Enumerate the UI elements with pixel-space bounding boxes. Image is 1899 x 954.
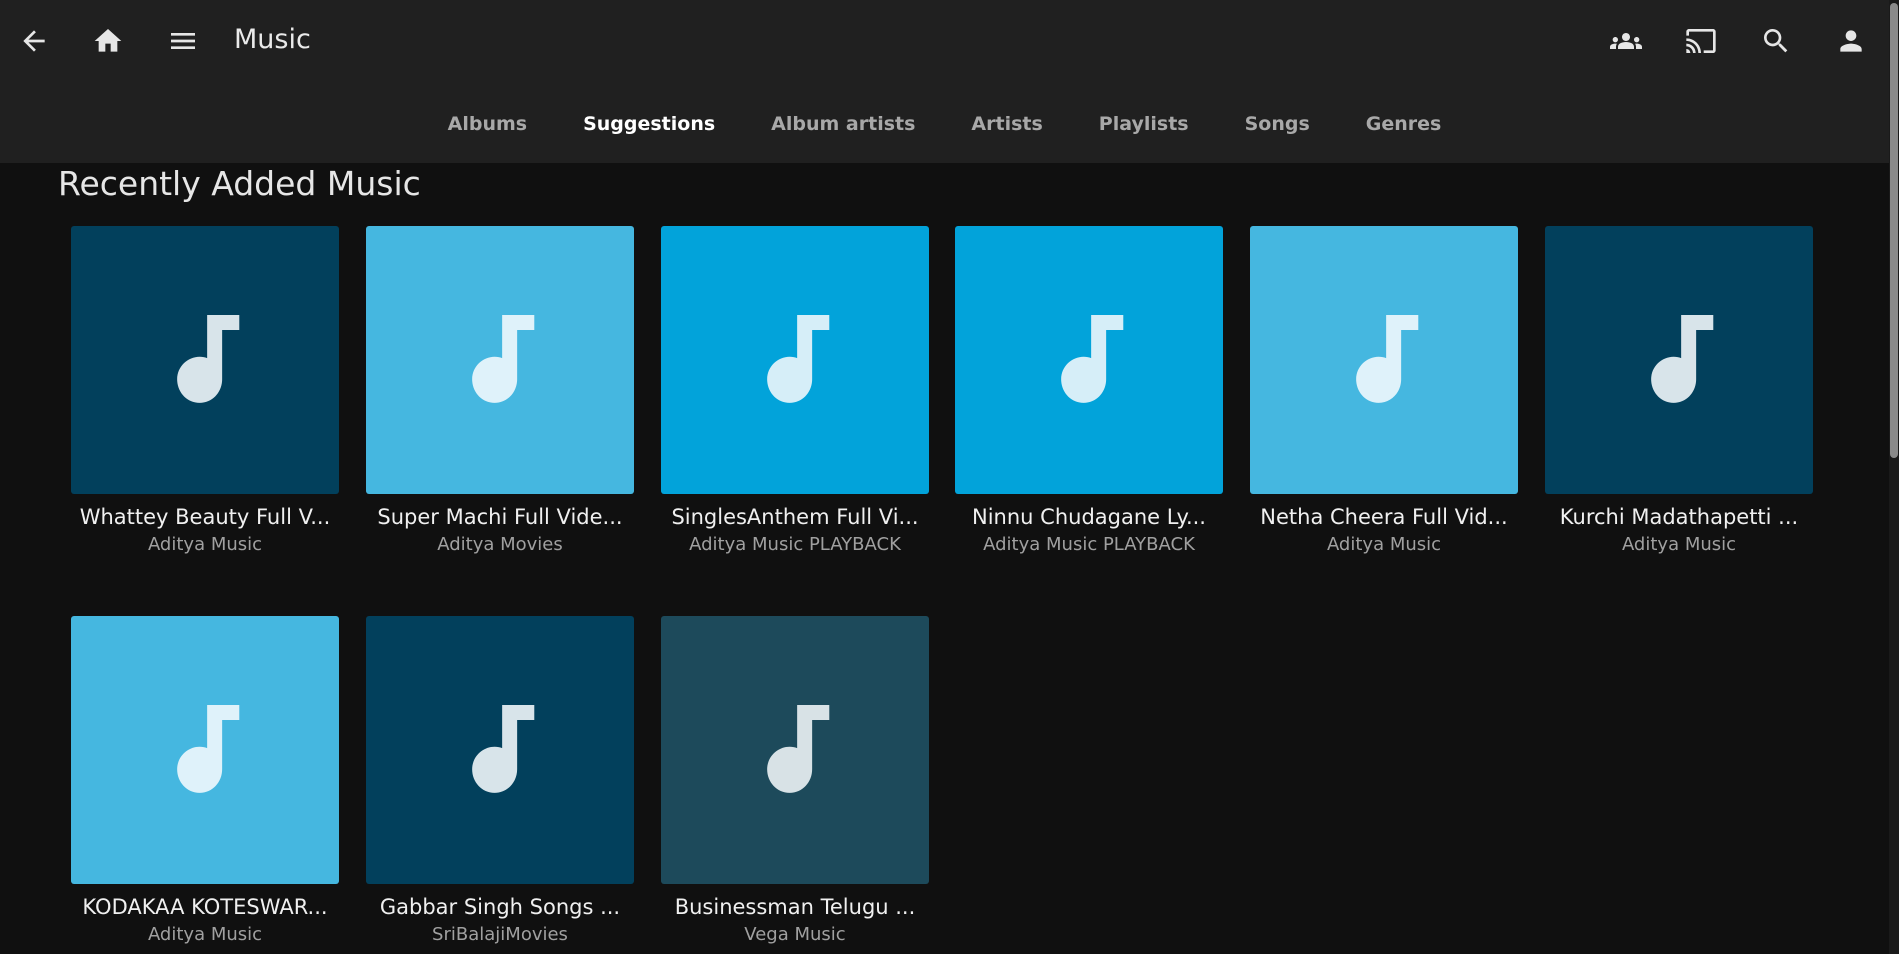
album-title[interactable]: Gabbar Singh Songs ... [366,892,634,922]
page-title: Music [234,24,311,55]
users-group-icon [1610,33,1642,49]
album-card[interactable]: KODAKAA KOTESWAR... Aditya Music [71,616,339,948]
tab-suggestions[interactable]: Suggestions [555,104,743,144]
tab-albums[interactable]: Albums [420,104,555,144]
album-title[interactable]: Ninnu Chudagane Ly... [955,502,1223,532]
tab-playlists[interactable]: Playlists [1071,104,1217,144]
album-card[interactable]: Businessman Telugu ... Vega Music [661,616,929,948]
album-artist[interactable]: SriBalajiMovies [366,922,634,948]
search-icon [1764,29,1788,53]
album-cover[interactable] [955,226,1223,494]
scrollbar[interactable] [1889,0,1899,954]
album-cover[interactable] [1545,226,1813,494]
app-header: Music Albums Suggestions Album artists A… [0,0,1889,163]
home-button[interactable] [83,16,133,66]
music-note-icon [767,705,830,793]
cast-button[interactable] [1676,16,1726,66]
album-artist[interactable]: Aditya Music PLAYBACK [661,532,929,558]
album-title[interactable]: Businessman Telugu ... [661,892,929,922]
album-card[interactable]: Super Machi Full Vide... Aditya Movies [366,226,634,558]
tab-bar: Albums Suggestions Album artists Artists… [0,104,1889,144]
music-note-icon [1061,315,1124,403]
tab-songs[interactable]: Songs [1217,104,1338,144]
hamburger-menu-icon [171,33,195,49]
menu-button[interactable] [158,16,208,66]
album-cover[interactable] [366,616,634,884]
music-note-icon [1651,315,1714,403]
music-note-icon [1356,315,1419,403]
home-icon [94,29,122,52]
album-artist[interactable]: Aditya Music [1250,532,1518,558]
album-title[interactable]: Netha Cheera Full Vid... [1250,502,1518,532]
music-note-icon [472,705,535,793]
album-cover[interactable] [661,226,929,494]
music-note-icon [767,315,830,403]
album-artist[interactable]: Aditya Music [1545,532,1813,558]
album-title[interactable]: SinglesAnthem Full Vi... [661,502,929,532]
album-title[interactable]: KODAKAA KOTESWAR... [71,892,339,922]
arrow-left-icon [23,30,45,52]
album-artist[interactable]: Aditya Music [71,532,339,558]
tab-artists[interactable]: Artists [943,104,1070,144]
section-title: Recently Added Music [58,164,421,203]
user-icon [1840,30,1862,52]
album-cover[interactable] [71,226,339,494]
album-artist[interactable]: Aditya Movies [366,532,634,558]
album-title[interactable]: Super Machi Full Vide... [366,502,634,532]
album-artist[interactable]: Aditya Music [71,922,339,948]
album-card[interactable]: Gabbar Singh Songs ... SriBalajiMovies [366,616,634,948]
search-button[interactable] [1751,16,1801,66]
album-title[interactable]: Kurchi Madathapetti ... [1545,502,1813,532]
tab-album-artists[interactable]: Album artists [743,104,943,144]
music-note-icon [177,705,240,793]
album-card[interactable]: SinglesAnthem Full Vi... Aditya Music PL… [661,226,929,558]
album-card[interactable]: Whattey Beauty Full V... Aditya Music [71,226,339,558]
album-cover[interactable] [1250,226,1518,494]
album-cover[interactable] [366,226,634,494]
back-button[interactable] [9,16,59,66]
album-title[interactable]: Whattey Beauty Full V... [71,502,339,532]
album-cover[interactable] [661,616,929,884]
user-button[interactable] [1826,16,1876,66]
scrollbar-thumb[interactable] [1890,3,1898,458]
music-note-icon [472,315,535,403]
cast-icon [1686,29,1716,53]
album-artist[interactable]: Aditya Music PLAYBACK [955,532,1223,558]
album-card[interactable]: Netha Cheera Full Vid... Aditya Music [1250,226,1518,558]
album-cover[interactable] [71,616,339,884]
music-note-icon [177,315,240,403]
album-card[interactable]: Ninnu Chudagane Ly... Aditya Music PLAYB… [955,226,1223,558]
users-button[interactable] [1601,16,1651,66]
album-card[interactable]: Kurchi Madathapetti ... Aditya Music [1545,226,1813,558]
album-artist[interactable]: Vega Music [661,922,929,948]
tab-genres[interactable]: Genres [1338,104,1470,144]
